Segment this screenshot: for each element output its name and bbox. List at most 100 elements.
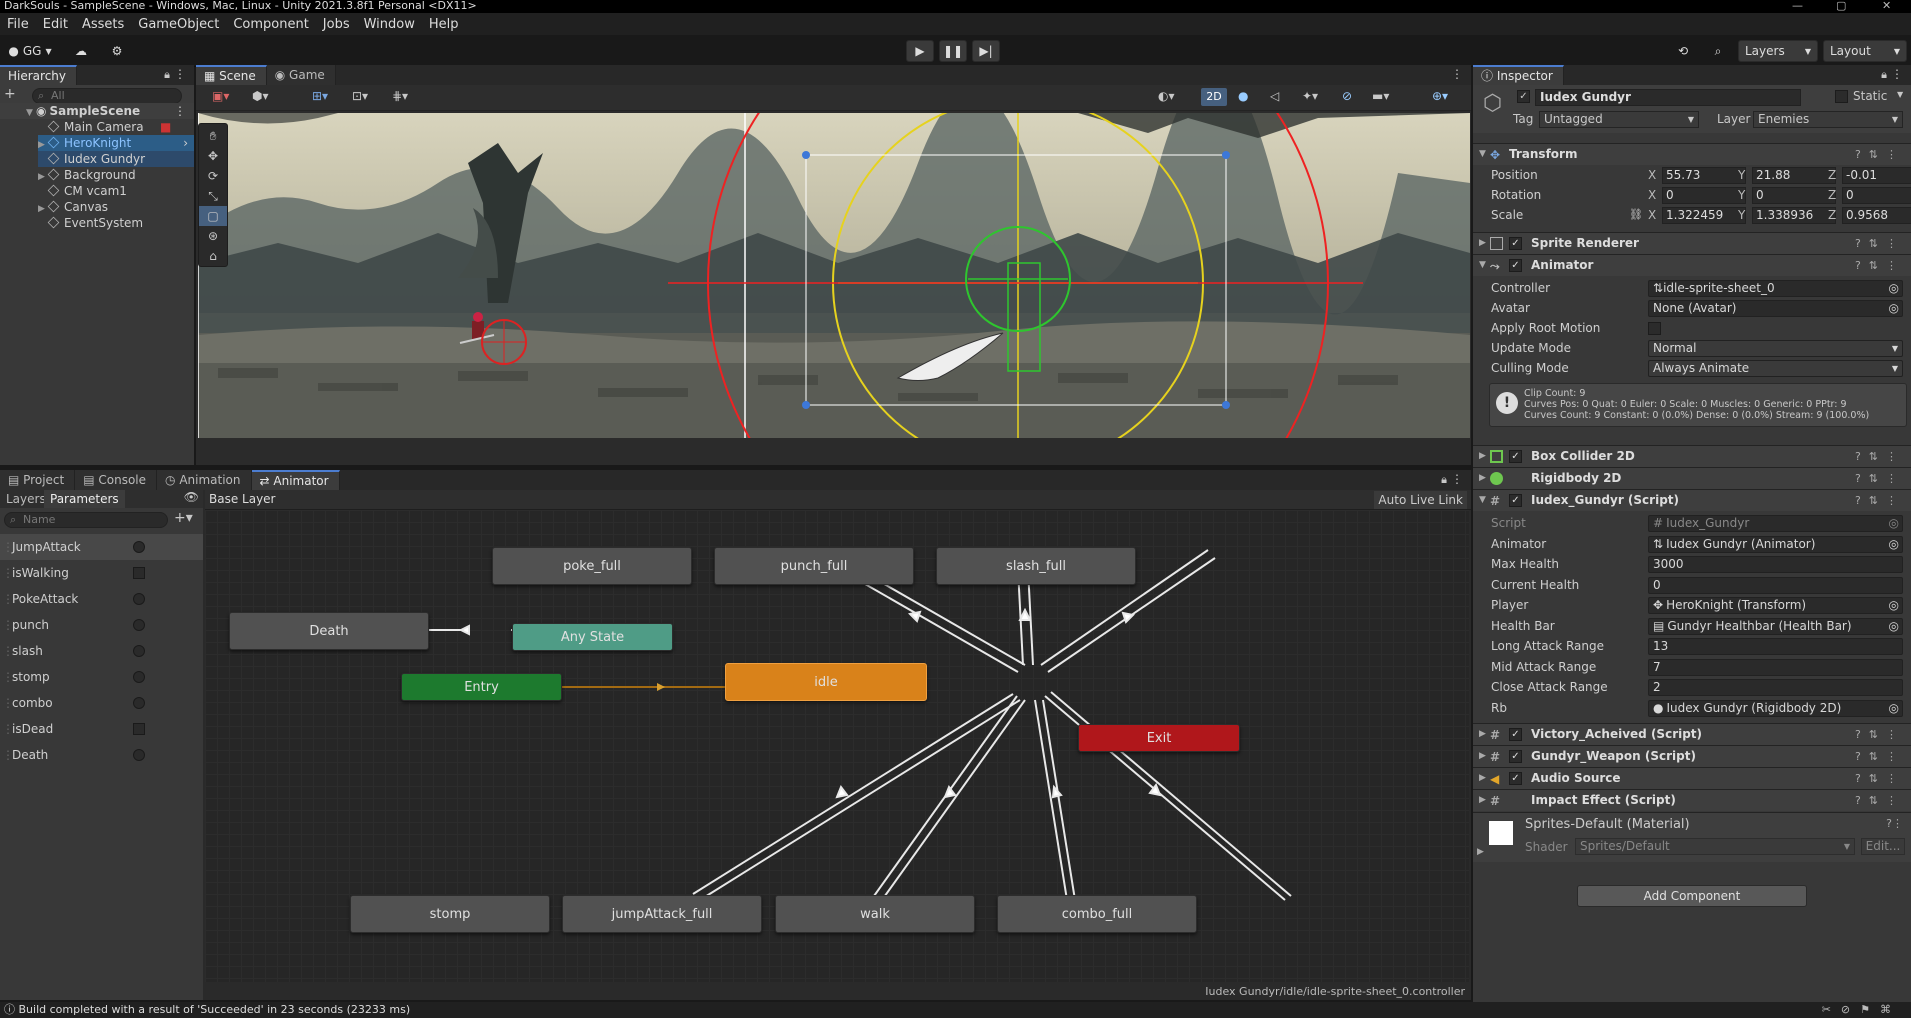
tab-inspector[interactable]: ⓘ Inspector [1473, 65, 1564, 85]
breadcrumb-base-layer[interactable]: Base Layer [209, 492, 276, 506]
lighting-icon[interactable]: ● [1238, 89, 1248, 103]
parameter-row[interactable]: ⋮ combo [0, 690, 203, 716]
audio-icon[interactable]: ◁ [1270, 89, 1279, 103]
hidden-objects-icon[interactable]: ⊘ [1342, 89, 1352, 103]
state-jumpattack-full[interactable]: jumpAttack_full [562, 895, 762, 933]
foldout-closed-icon[interactable]: ▶ [1479, 724, 1486, 745]
maximize-icon[interactable]: ▢ [1836, 0, 1846, 11]
script-field-value[interactable]: ✥ HeroKnight (Transform) ◎ [1648, 597, 1903, 614]
chevron-down-icon[interactable]: ▼ [1897, 90, 1903, 99]
rigidbody-header[interactable]: ▶ Rigidbody 2D ?⇅⋮ [1473, 467, 1911, 489]
victory-header[interactable]: ▶ # ✓ Victory_Acheived (Script) ?⇅⋮ [1473, 723, 1911, 745]
tab-animation[interactable]: ◷ Animation [157, 470, 252, 490]
step-button[interactable]: ▶| [972, 40, 1000, 62]
hierarchy-item[interactable]: EventSystem [38, 215, 143, 231]
foldout-open-icon[interactable]: ▼ [1479, 255, 1486, 276]
script-field-value[interactable]: 3000 [1648, 556, 1903, 573]
parameter-row[interactable]: ⋮ JumpAttack [0, 534, 203, 560]
avatar-field[interactable]: None (Avatar) ◎ [1648, 300, 1903, 317]
enabled-checkbox[interactable]: ✓ [1509, 750, 1522, 763]
eye-icon[interactable]: 👁︎ [184, 490, 199, 504]
menu-gameobject[interactable]: GameObject [131, 17, 226, 32]
script-field-value[interactable]: 7 [1648, 658, 1903, 676]
parameter-search-input[interactable]: ⌕ Name [4, 512, 168, 528]
rotate-tool-icon[interactable]: ⟳ [199, 166, 227, 186]
tab-parameters[interactable]: Parameters [44, 490, 125, 508]
component-tools-icon[interactable]: ?⇅⋮ [1855, 746, 1905, 767]
enabled-checkbox[interactable]: ✓ [1509, 237, 1522, 250]
script-field-value[interactable]: 13 [1648, 638, 1903, 655]
transform-tool-icon[interactable]: ⊛ [199, 226, 227, 246]
pause-button[interactable]: ❚❚ [939, 40, 967, 62]
object-picker-icon[interactable]: ◎ [1889, 537, 1899, 552]
hierarchy-search-input[interactable]: ⌕ All [32, 88, 182, 104]
grid-snap-icon[interactable]: ⊞▾ [312, 89, 328, 103]
menu-edit[interactable]: Edit [36, 17, 75, 32]
script-field-value[interactable]: 0 [1648, 576, 1903, 594]
more-icon[interactable]: ⋮ [1451, 472, 1463, 486]
state-entry[interactable]: Entry [401, 673, 562, 701]
hierarchy-item[interactable]: ▶ Background [38, 167, 136, 183]
enabled-checkbox[interactable]: ✓ [1509, 450, 1522, 463]
script-field-value[interactable]: # Iudex_Gundyr ◎ [1648, 515, 1903, 532]
weapon-header[interactable]: ▶ # ✓ Gundyr_Weapon (Script) ?⇅⋮ [1473, 745, 1911, 767]
drag-handle-icon[interactable]: ⋮ [2, 612, 14, 638]
bool-checkbox[interactable] [133, 723, 145, 735]
parameter-row[interactable]: ⋮ Death [0, 742, 203, 768]
layers-dropdown[interactable]: Layers ▼ [1738, 40, 1818, 62]
drag-handle-icon[interactable]: ⋮ [2, 560, 14, 586]
lock-icon[interactable]: 🔒︎ [1881, 68, 1887, 82]
object-picker-icon[interactable]: ◎ [1889, 701, 1899, 716]
more-icon[interactable]: ⋮ [1451, 67, 1463, 81]
shading-icon[interactable]: ◐▾ [1158, 89, 1175, 103]
add-component-button[interactable]: Add Component [1577, 885, 1807, 907]
menu-file[interactable]: File [0, 17, 36, 32]
enabled-checkbox[interactable]: ✓ [1509, 772, 1522, 785]
effects-icon[interactable]: ✦▾ [1302, 89, 1318, 103]
tab-hierarchy[interactable]: Hierarchy [0, 65, 78, 85]
more-icon[interactable]: ⋮ [1891, 67, 1903, 81]
hierarchy-item[interactable]: Iudex Gundyr [38, 151, 194, 167]
menu-component[interactable]: Component [226, 17, 315, 32]
object-picker-icon[interactable]: ◎ [1889, 516, 1899, 531]
script-field-value[interactable]: ⇅ Iudex Gundyr (Animator) ◎ [1648, 535, 1903, 553]
cloud-icon[interactable]: ☁ [68, 40, 94, 62]
add-button[interactable]: + [4, 86, 16, 102]
more-icon[interactable]: ⋮ [174, 103, 186, 119]
component-tools-icon[interactable]: ?⇅⋮ [1855, 490, 1905, 511]
active-checkbox[interactable]: ✓ [1517, 90, 1530, 103]
layout-dropdown[interactable]: Layout ▼ [1823, 40, 1907, 62]
search-icon[interactable]: ⌕ [1705, 40, 1731, 62]
script-field-value[interactable]: ▤ Gundyr Healthbar (Health Bar) ◎ [1648, 617, 1903, 635]
enabled-checkbox[interactable]: ✓ [1509, 259, 1522, 272]
auto-live-link-button[interactable]: Auto Live Link [1374, 491, 1467, 509]
state-stomp[interactable]: stomp [350, 895, 550, 933]
drag-handle-icon[interactable]: ⋮ [2, 742, 14, 768]
sprite-renderer-header[interactable]: ▶ ✓ Sprite Renderer ?⇅⋮ [1473, 232, 1911, 254]
tab-game[interactable]: ◉ Game [266, 65, 336, 85]
close-icon[interactable]: ✕ [1882, 0, 1891, 11]
state-slash-full[interactable]: slash_full [936, 547, 1136, 585]
state-walk[interactable]: walk [775, 895, 975, 933]
component-tools-icon[interactable]: ?⇅⋮ [1855, 768, 1905, 789]
component-tools-icon[interactable]: ?⇅⋮ [1855, 255, 1905, 276]
impact-effect-header[interactable]: ▶ # Impact Effect (Script) ?⇅⋮ [1473, 789, 1911, 811]
enabled-checkbox[interactable]: ✓ [1509, 494, 1522, 507]
foldout-closed-icon[interactable]: ▶ [1479, 446, 1486, 467]
drag-handle-icon[interactable]: ⋮ [2, 664, 14, 690]
component-tools-icon[interactable]: ?⇅⋮ [1855, 724, 1905, 745]
foldout-closed-icon[interactable]: ▶ [1479, 768, 1486, 789]
menu-help[interactable]: Help [422, 17, 466, 32]
object-picker-icon[interactable]: ◎ [1889, 598, 1899, 613]
lock-icon[interactable]: 🔒︎ [1441, 473, 1447, 487]
component-tools-icon[interactable]: ?⇅⋮ [1855, 468, 1905, 489]
culling-mode-dropdown[interactable]: Always Animate ▼ [1648, 360, 1903, 377]
tab-project[interactable]: ▤ Project [0, 470, 76, 490]
lock-icon[interactable]: 🔒︎ [164, 68, 170, 82]
hierarchy-item[interactable]: ▶ Canvas [38, 199, 108, 215]
foldout-open-icon[interactable]: ▼ [1479, 490, 1486, 511]
static-checkbox[interactable] [1835, 90, 1848, 103]
trigger-radio[interactable] [133, 541, 145, 553]
trigger-radio[interactable] [133, 697, 145, 709]
component-tools-icon[interactable]: ?⇅⋮ [1855, 144, 1905, 165]
